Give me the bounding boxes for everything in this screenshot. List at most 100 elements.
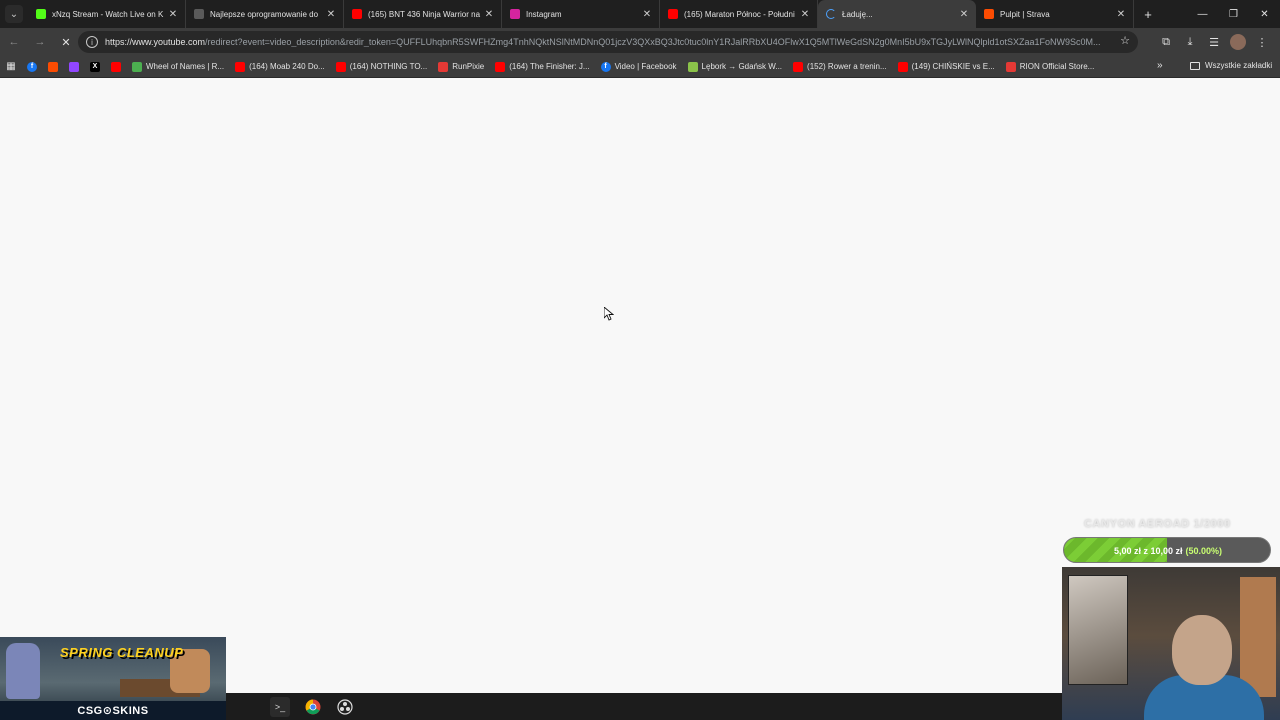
tab-1[interactable]: Najlepsze oprogramowanie do ✕ (186, 0, 344, 28)
obs-icon[interactable] (335, 697, 355, 717)
webcam-shelf (1240, 577, 1276, 697)
all-bookmarks-folder[interactable]: Wszystkie zakładki (1190, 61, 1272, 70)
x-icon: X (90, 61, 100, 72)
sponsor-ad: SPRING CLEANUP CSG⊙SKINS (0, 637, 226, 720)
bookmark-label: RunPixie (452, 62, 485, 71)
goal-separator: z (1143, 546, 1148, 556)
runpixie-icon (438, 61, 449, 72)
url-path: /redirect?event=video_description&redir_… (205, 37, 1101, 47)
facebook-icon: f (27, 61, 37, 72)
stop-loading-icon[interactable]: ✕ (54, 30, 78, 54)
close-tab-icon[interactable]: ✕ (325, 9, 337, 20)
close-tab-icon[interactable]: ✕ (167, 9, 179, 20)
back-icon[interactable]: ← (2, 30, 26, 54)
bookmark-12[interactable]: Lębork → Gdańsk W... (687, 61, 783, 72)
youtube-icon (335, 61, 346, 72)
bookmark-1[interactable]: f (27, 61, 37, 72)
close-window-icon[interactable]: ✕ (1249, 0, 1280, 28)
chevron-down-icon: ⌄ (5, 5, 23, 23)
extensions-icon[interactable]: ⧉ (1154, 30, 1178, 54)
ad-title: SPRING CLEANUP (60, 645, 184, 660)
bookmark-2[interactable] (48, 61, 58, 72)
tab-6[interactable]: Pulpit | Strava ✕ (976, 0, 1134, 28)
bookmark-14[interactable]: (149) CHIŃSKIE vs E... (897, 61, 995, 72)
window-controls: — ❐ ✕ (1187, 0, 1280, 28)
bookmark-label: Wheel of Names | R... (146, 62, 225, 71)
apps-icon: ▦ (6, 61, 16, 72)
bookmark-5[interactable] (111, 61, 121, 72)
ad-character-left (6, 643, 40, 699)
close-tab-icon[interactable]: ✕ (641, 9, 653, 20)
address-url[interactable]: https://www.youtube.com/redirect?event=v… (105, 37, 1115, 47)
goal-progress-bar: 5,00 zł z 10,00 zł (50.00%) (1063, 537, 1271, 563)
bookmark-3[interactable] (69, 61, 79, 72)
tab-2[interactable]: (165) BNT 436 Ninja Warrior na ✕ (344, 0, 502, 28)
tab-list: xNzq Stream - Watch Live on K ✕ Najlepsze … (28, 0, 1134, 28)
bookmark-label: RION Official Store... (1019, 62, 1095, 71)
tab-4[interactable]: (165) Maraton Północ - Południ ✕ (660, 0, 818, 28)
close-tab-icon[interactable]: ✕ (483, 9, 495, 20)
media-control-icon[interactable]: ☰ (1202, 30, 1226, 54)
youtube-icon (668, 9, 678, 19)
loading-spinner-icon (826, 9, 836, 19)
tab-0[interactable]: xNzq Stream - Watch Live on K ✕ (28, 0, 186, 28)
youtube-icon (111, 61, 121, 72)
close-tab-icon[interactable]: ✕ (1115, 9, 1127, 20)
tab-title: (165) BNT 436 Ninja Warrior na (368, 9, 481, 19)
restore-icon[interactable]: ❐ (1218, 0, 1249, 28)
bookmark-10[interactable]: (164) The Finisher: J... (495, 61, 590, 72)
terminal-icon[interactable]: >_ (270, 697, 290, 717)
profile-avatar[interactable] (1230, 34, 1246, 50)
tab-title: Pulpit | Strava (1000, 9, 1050, 19)
strava-icon (48, 61, 58, 72)
bookmark-7[interactable]: (164) Moab 240 Do... (235, 61, 325, 72)
bookmark-11[interactable]: f Video | Facebook (600, 61, 677, 72)
bookmark-label: Lębork → Gdańsk W... (701, 62, 783, 71)
bookmark-8[interactable]: (164) NOTHING TO... (335, 61, 427, 72)
close-tab-icon[interactable]: ✕ (958, 9, 970, 20)
forward-icon[interactable]: → (28, 30, 52, 54)
screen: ⌄ xNzq Stream - Watch Live on K ✕ Najlepsz… (0, 0, 1280, 720)
goal-percent: (50.00%) (1185, 546, 1223, 556)
facebook-icon: f (600, 61, 611, 72)
chrome-icon[interactable] (303, 697, 323, 717)
bookmark-4[interactable]: X (90, 61, 100, 72)
toolbar-actions: ⧉ ⤓ ☰ ⋮ (1154, 30, 1274, 54)
site-info-icon[interactable]: i (86, 36, 98, 48)
url-host: https://www.youtube.com (105, 37, 206, 47)
mouse-cursor-icon (604, 307, 614, 321)
menu-icon[interactable]: ⋮ (1250, 30, 1274, 54)
bookmark-label: (149) CHIŃSKIE vs E... (911, 62, 995, 71)
bookmark-15[interactable]: RION Official Store... (1005, 61, 1095, 72)
goal-progress-text: 5,00 zł z 10,00 zł (50.00%) (1064, 538, 1270, 562)
tab-title: (165) Maraton Północ - Południ (684, 9, 795, 19)
bookmark-9[interactable]: RunPixie (438, 61, 485, 72)
goal-target: 10,00 zł (1150, 546, 1183, 556)
store-icon (1005, 61, 1016, 72)
all-bookmarks-label: Wszystkie zakładki (1205, 61, 1273, 70)
bookmark-13[interactable]: (152) Rower a trenin... (793, 61, 887, 72)
youtube-icon (897, 61, 908, 72)
tab-3[interactable]: Instagram ✕ (502, 0, 660, 28)
tab-5[interactable]: Ładuję... ✕ (818, 0, 976, 28)
bookmark-6[interactable]: Wheel of Names | R... (132, 61, 225, 72)
address-bar[interactable]: i https://www.youtube.com/redirect?event… (78, 31, 1138, 53)
instagram-icon (510, 9, 520, 19)
minimize-icon[interactable]: — (1187, 0, 1218, 28)
kick-icon (36, 9, 46, 19)
twitch-icon (69, 61, 79, 72)
webcam-feed (1062, 567, 1280, 720)
goal-title: CANYON AEROAD 1/2000 (1084, 518, 1231, 530)
tab-title: xNzq Stream - Watch Live on K (52, 9, 164, 19)
close-tab-icon[interactable]: ✕ (799, 9, 811, 20)
bookmark-star-icon[interactable]: ☆ (1120, 34, 1130, 47)
download-icon[interactable]: ⤓ (1178, 30, 1202, 54)
maps-icon (687, 61, 698, 72)
strava-icon (984, 9, 994, 19)
bookmarks-overflow-icon[interactable]: » (1157, 60, 1163, 71)
bookmark-0[interactable]: ▦ (6, 61, 16, 72)
youtube-icon (793, 61, 804, 72)
tab-search-button[interactable]: ⌄ (0, 0, 28, 28)
new-tab-icon[interactable]: + (1136, 7, 1160, 22)
shield-icon (194, 9, 204, 19)
